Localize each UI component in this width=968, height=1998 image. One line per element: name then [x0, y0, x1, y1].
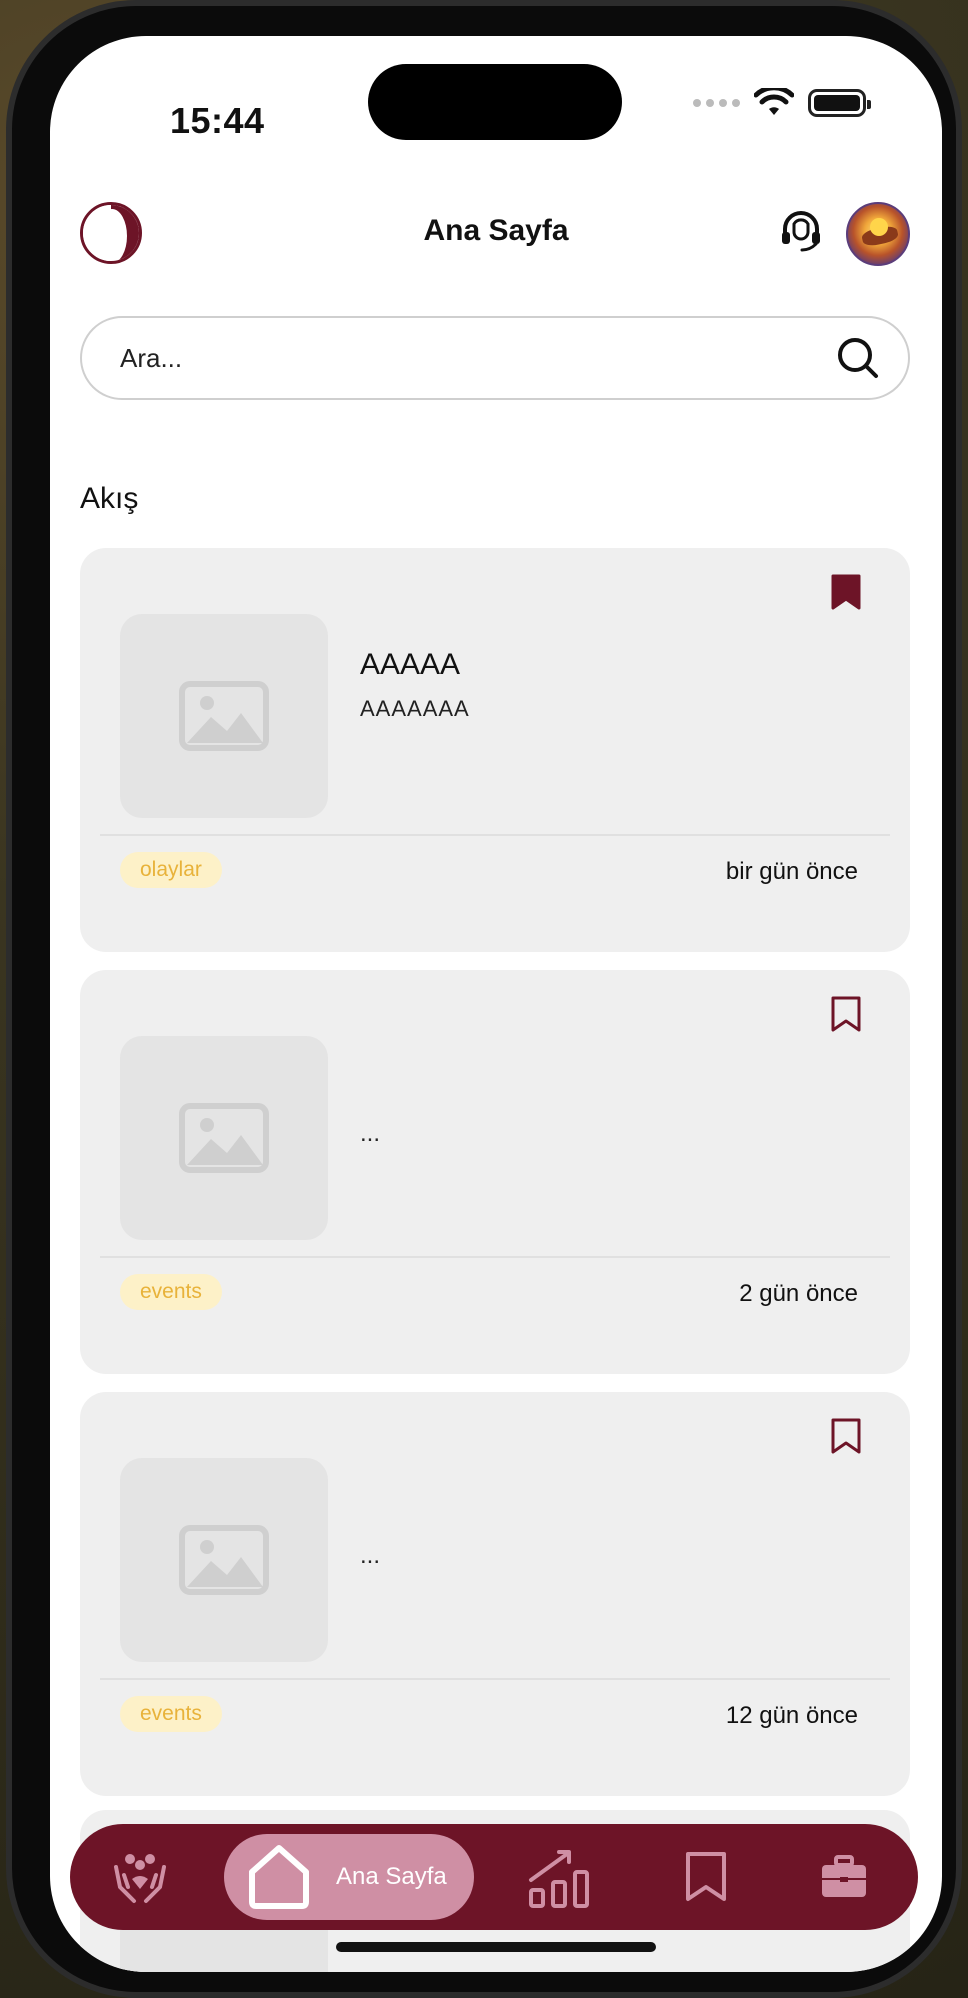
home-icon	[249, 1845, 309, 1909]
bookmark-outline-icon[interactable]	[830, 1418, 862, 1454]
search-icon[interactable]	[836, 336, 880, 380]
nav-home-label: Ana Sayfa	[336, 1863, 447, 1890]
nav-item-stats[interactable]	[510, 1824, 610, 1930]
user-avatar[interactable]	[846, 202, 910, 266]
phone-frame: 15:44 Ana Sayfa Ara... Akış AAAAA AAAAAA…	[6, 0, 962, 1998]
screen: 15:44 Ana Sayfa Ara... Akış AAAAA AAAAAA…	[50, 36, 942, 1972]
bookmark-filled-icon[interactable]	[830, 574, 862, 610]
image-placeholder	[120, 1036, 328, 1240]
status-time: 15:44	[170, 100, 265, 141]
status-icons	[693, 88, 871, 118]
community-icon	[114, 1854, 166, 1903]
card-divider	[100, 1678, 890, 1680]
cellular-signal-icon	[693, 99, 740, 107]
chart-icon	[529, 1850, 589, 1908]
card-subtitle: ...	[360, 1542, 381, 1569]
nav-item-home[interactable]: Ana Sayfa	[224, 1834, 474, 1920]
search-bar[interactable]	[80, 316, 910, 400]
feed-title: Akış	[80, 482, 139, 515]
nav-item-jobs[interactable]	[794, 1824, 894, 1930]
briefcase-icon	[822, 1855, 866, 1897]
image-placeholder-icon	[179, 681, 269, 751]
bottom-nav: Ana Sayfa	[70, 1824, 918, 1930]
image-placeholder-icon	[179, 1525, 269, 1595]
card-time: 2 gün önce	[739, 1280, 858, 1307]
card-divider	[100, 834, 890, 836]
bookmark-outline-icon[interactable]	[830, 996, 862, 1032]
dynamic-island	[368, 64, 622, 140]
category-tag[interactable]: olaylar	[120, 852, 222, 888]
card-divider	[100, 1256, 890, 1258]
feed-card[interactable]: ... events 2 gün önce	[80, 970, 910, 1374]
bookmark-icon	[686, 1852, 726, 1901]
nav-item-community[interactable]	[90, 1824, 190, 1930]
card-time: 12 gün önce	[725, 1702, 858, 1729]
category-tag[interactable]: events	[120, 1274, 222, 1310]
support-headset-icon[interactable]	[778, 208, 824, 254]
feed-card[interactable]: ... events 12 gün önce	[80, 1392, 910, 1796]
wifi-icon	[754, 88, 794, 115]
card-subtitle: AAAAAAA	[360, 696, 470, 721]
feed-card[interactable]: AAAAA AAAAAAA olaylar bir gün önce	[80, 548, 910, 952]
battery-icon	[808, 89, 871, 117]
image-placeholder	[120, 1458, 328, 1662]
card-time: bir gün önce	[725, 858, 858, 885]
card-subtitle: ...	[360, 1120, 381, 1147]
card-title: AAAAA	[360, 648, 461, 681]
search-input[interactable]	[120, 342, 836, 374]
home-indicator	[336, 1942, 656, 1952]
image-placeholder-icon	[179, 1103, 269, 1173]
image-placeholder	[120, 614, 328, 818]
category-tag[interactable]: events	[120, 1696, 222, 1732]
nav-item-bookmarks[interactable]	[656, 1824, 756, 1930]
